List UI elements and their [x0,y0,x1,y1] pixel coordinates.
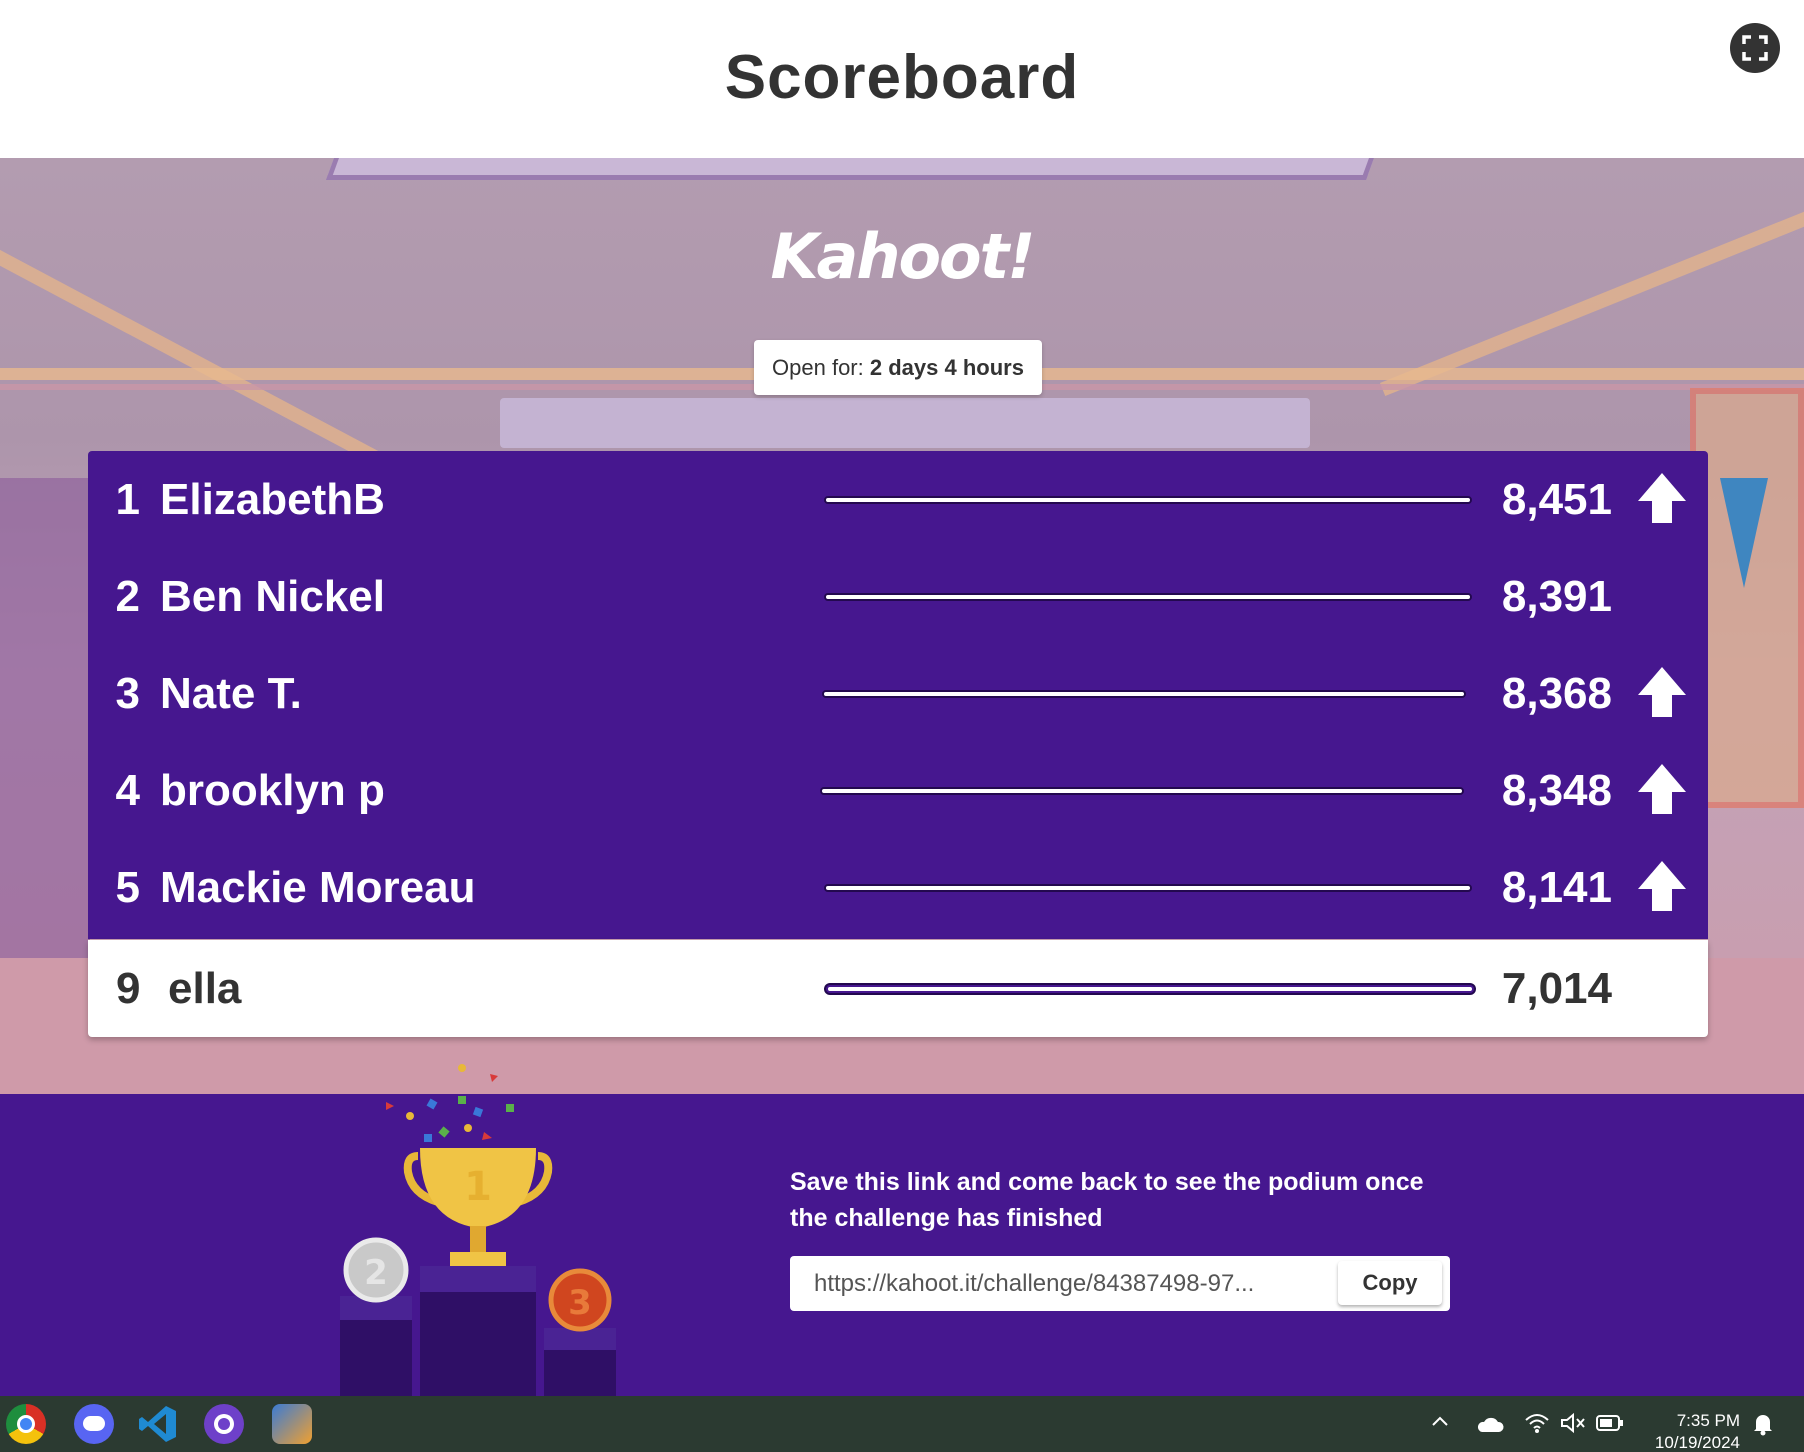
challenge-footer: Save this link and come back to see the … [0,1094,1804,1396]
bronze-medal-icon: 3 [548,1268,612,1332]
rank-up-arrow-icon [1638,473,1686,523]
podium-third-label: 3 [568,1283,592,1323]
leaderboard: 1 ElizabethB 8,451 2 Ben Nickel 8,391 3 … [88,451,1708,939]
challenge-link-box: https://kahoot.it/challenge/84387498-97.… [790,1256,1450,1311]
leaderboard-row: 1 ElizabethB 8,451 [88,451,1708,548]
classroom-board [500,398,1310,448]
open-for-label: Open for: [772,355,864,380]
current-player-rank: 9 [116,964,141,1013]
rank-up-arrow-icon [1638,861,1686,911]
page-header: Scoreboard [0,0,1804,158]
row-name: Nate T. [160,669,302,718]
trophy-icon: 1 [403,1148,553,1266]
open-for-badge: Open for: 2 days 4 hours [754,340,1042,395]
leaderboard-row: 3 Nate T. 8,368 [88,645,1708,742]
row-name: Ben Nickel [160,572,385,621]
show-hidden-icons-chevron-icon[interactable] [1430,1412,1450,1452]
kahoot-logo: Kahoot! [770,220,1035,293]
leaderboard-row: 4 brooklyn p 8,348 [88,742,1708,839]
row-rank: 2 [115,572,140,621]
leaderboard-row: 2 Ben Nickel 8,391 [88,548,1708,645]
volume-muted-icon[interactable] [1560,1412,1586,1452]
battery-icon[interactable] [1596,1414,1624,1452]
row-rank: 4 [115,766,140,815]
clock-date: 10/19/2024 [1654,1433,1740,1452]
row-score: 8,368 [1501,669,1612,718]
onedrive-cloud-icon[interactable] [1476,1414,1504,1452]
taskbar-clock[interactable]: 7:35 PM 10/19/2024 [1630,1410,1740,1452]
score-bar [822,690,1466,698]
row-score: 8,141 [1501,863,1612,912]
row-score: 8,391 [1501,572,1612,621]
wifi-icon[interactable] [1524,1412,1550,1452]
row-name: brooklyn p [160,766,385,815]
notification-bell-icon[interactable] [1752,1412,1774,1452]
row-name: Mackie Moreau [160,863,476,912]
row-rank: 3 [115,669,140,718]
ceiling-light [325,158,1375,180]
os-taskbar: 7:35 PM 10/19/2024 [0,1396,1804,1452]
discord-icon[interactable] [74,1404,114,1444]
score-bar [826,985,1474,993]
rank-up-arrow-icon [1638,764,1686,814]
current-player-score: 7,014 [1501,964,1612,1013]
score-bar [824,496,1472,504]
silver-medal-icon: 2 [343,1237,409,1303]
clock-time: 7:35 PM [1676,1411,1740,1430]
copy-link-button[interactable]: Copy [1338,1261,1442,1305]
confetti-icon [386,1064,514,1142]
current-player-name: ella [168,964,242,1013]
github-desktop-icon[interactable] [204,1404,244,1444]
vscode-icon[interactable] [138,1404,178,1444]
current-player-row: 9 ella 7,014 [88,940,1708,1037]
row-score: 8,451 [1501,475,1612,524]
row-rank: 5 [115,863,140,912]
score-bar [824,884,1472,892]
page-title: Scoreboard [724,43,1080,112]
fullscreen-icon [1742,35,1768,61]
fullscreen-button[interactable] [1730,23,1780,73]
chrome-icon[interactable] [6,1404,46,1444]
podium-message: Save this link and come back to see the … [790,1168,1424,1232]
leaderboard-row: 5 Mackie Moreau 8,141 [88,839,1708,936]
row-name: ElizabethB [160,475,385,524]
open-for-value: 2 days 4 hours [869,355,1024,380]
row-rank: 1 [115,475,140,524]
row-score: 8,348 [1501,766,1612,815]
podium-illustration: 1 2 3 [340,1064,616,1396]
score-bar [820,787,1464,795]
rank-up-arrow-icon [1638,667,1686,717]
game-icon[interactable] [272,1404,312,1444]
app-window: Scoreboard Kahoot! Open for: 2 days 4 ho… [0,0,1804,1452]
podium-first-label: 1 [464,1164,492,1210]
podium-second-label: 2 [364,1253,388,1293]
classroom-wall-left [0,478,90,978]
challenge-link-field[interactable]: https://kahoot.it/challenge/84387498-97.… [814,1256,1314,1311]
score-bar [824,593,1472,601]
